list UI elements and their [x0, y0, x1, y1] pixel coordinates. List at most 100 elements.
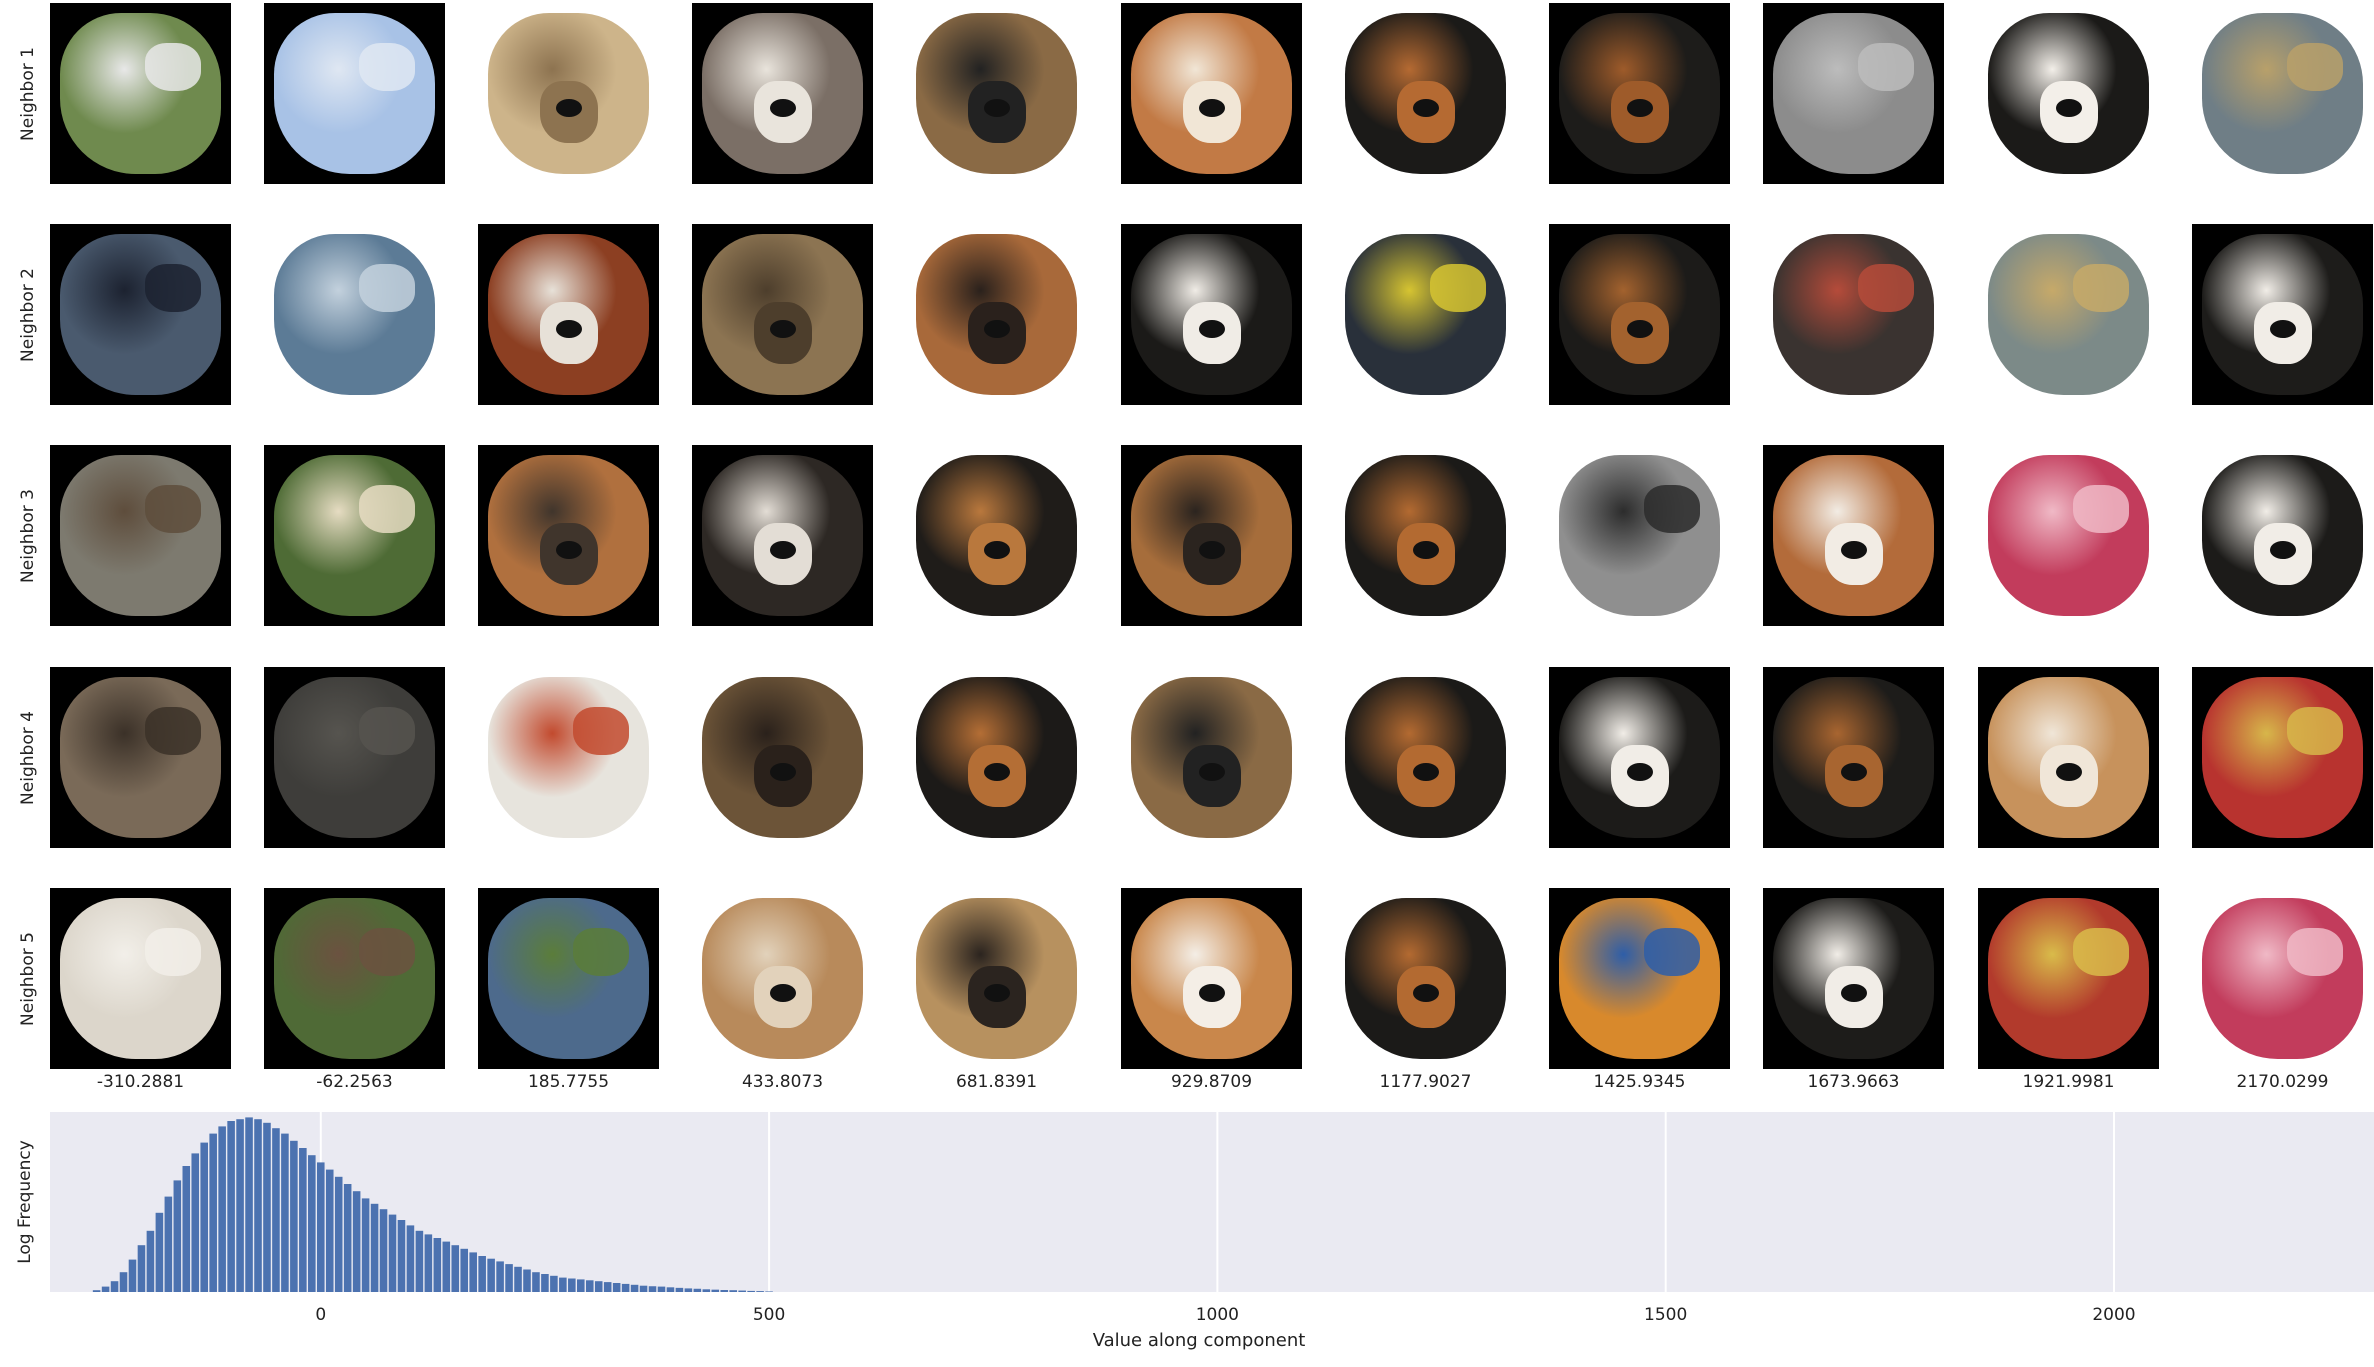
- histogram-bar: [693, 1288, 702, 1292]
- image-subject: [274, 898, 435, 1059]
- column-value-label: 2170.0299: [2236, 1072, 2329, 1092]
- image-detail: [359, 707, 415, 755]
- image-subject: [1773, 13, 1934, 174]
- image-detail: [2287, 43, 2343, 91]
- image-detail: [1199, 541, 1225, 559]
- image-subject: [2202, 898, 2363, 1059]
- histogram-bar: [657, 1286, 666, 1292]
- image-detail: [2073, 485, 2129, 533]
- neighbor-image-r4-c1: [50, 667, 231, 848]
- neighbor-image-r5-c11: [2192, 888, 2373, 1069]
- neighbor-image-r5-c4: [692, 888, 873, 1069]
- histogram-bar: [361, 1198, 370, 1292]
- neighbor-image-r2-c5: [906, 224, 1087, 405]
- histogram-bar: [191, 1153, 200, 1292]
- neighbor-image-r5-c7: [1335, 888, 1516, 1069]
- neighbor-image-r5-c6: [1121, 888, 1302, 1069]
- image-subject: [1988, 234, 2149, 395]
- histogram-bar: [110, 1281, 119, 1292]
- image-detail: [1841, 763, 1867, 781]
- image-detail: [1413, 541, 1439, 559]
- histogram-bar: [227, 1121, 235, 1292]
- histogram-bar: [119, 1272, 128, 1292]
- neighbor-image-r2-c2: [264, 224, 445, 405]
- neighbor-image-r1-c5: [906, 3, 1087, 184]
- image-detail: [2073, 928, 2129, 976]
- histogram-bar: [621, 1283, 630, 1292]
- histogram-bar: [200, 1142, 208, 1292]
- image-detail: [770, 99, 796, 117]
- image-detail: [770, 763, 796, 781]
- histogram-bar: [648, 1286, 657, 1292]
- image-detail: [2287, 707, 2343, 755]
- image-detail: [1644, 928, 1700, 976]
- neighbor-image-r1-c8: [1549, 3, 1730, 184]
- neighbor-image-r3-c10: [1978, 445, 2159, 626]
- histogram-bar: [281, 1133, 289, 1292]
- histogram-bar: [487, 1258, 495, 1292]
- image-subject: [488, 898, 649, 1059]
- histogram-bar: [254, 1119, 262, 1292]
- histogram-bar: [325, 1169, 334, 1292]
- neighbor-image-r5-c3: [478, 888, 659, 1069]
- image-detail: [1430, 264, 1486, 312]
- image-subject: [274, 13, 435, 174]
- image-detail: [984, 763, 1010, 781]
- image-detail: [1841, 984, 1867, 1002]
- column-value-label: -310.2881: [96, 1072, 185, 1092]
- image-detail: [1199, 99, 1225, 117]
- histogram-bar: [451, 1245, 460, 1292]
- column-value-label: 1921.9981: [2022, 1072, 2115, 1092]
- histogram-bar: [299, 1148, 307, 1292]
- histogram-bar: [756, 1291, 764, 1292]
- image-subject: [488, 677, 649, 838]
- image-subject: [60, 455, 221, 616]
- image-detail: [145, 707, 201, 755]
- neighbor-image-r2-c10: [1978, 224, 2159, 405]
- row-label-neighbor-5: Neighbor 5: [18, 931, 38, 1026]
- image-detail: [2056, 763, 2082, 781]
- histogram-bar: [155, 1212, 164, 1292]
- histogram-bar: [684, 1288, 693, 1292]
- neighbor-image-r5-c2: [264, 888, 445, 1069]
- image-subject: [1988, 455, 2149, 616]
- histogram-bar: [505, 1264, 513, 1292]
- histogram-bar: [245, 1117, 253, 1292]
- neighbor-image-r4-c2: [264, 667, 445, 848]
- histogram-bar: [352, 1191, 361, 1292]
- histogram-bar: [370, 1203, 379, 1292]
- image-subject: [274, 677, 435, 838]
- image-detail: [770, 984, 796, 1002]
- neighbor-image-r5-c10: [1978, 888, 2159, 1069]
- image-detail: [573, 928, 629, 976]
- histogram-bar: [182, 1166, 191, 1292]
- neighbor-image-r1-c4: [692, 3, 873, 184]
- column-value-label: 681.8391: [955, 1072, 1038, 1092]
- x-tick-label: 500: [753, 1305, 785, 1325]
- image-detail: [2287, 928, 2343, 976]
- histogram-bar: [415, 1230, 424, 1292]
- image-subject: [1345, 234, 1506, 395]
- image-detail: [1841, 541, 1867, 559]
- image-detail: [770, 320, 796, 338]
- histogram-bar: [290, 1140, 298, 1292]
- row-label-neighbor-4: Neighbor 4: [18, 710, 38, 805]
- row-label-neighbor-1: Neighbor 1: [18, 46, 38, 141]
- histogram-bar: [765, 1291, 773, 1292]
- image-detail: [556, 99, 582, 117]
- histogram-bar: [209, 1133, 217, 1292]
- histogram-bar: [397, 1220, 406, 1292]
- neighbor-image-r3-c1: [50, 445, 231, 626]
- image-detail: [1199, 984, 1225, 1002]
- neighbor-image-r3-c11: [2192, 445, 2373, 626]
- x-tick-label: 1000: [1196, 1305, 1239, 1325]
- image-subject: [1773, 234, 1934, 395]
- histogram-bar: [424, 1234, 433, 1292]
- neighbor-image-r1-c11: [2192, 3, 2373, 184]
- image-detail: [984, 99, 1010, 117]
- column-value-label: 433.8073: [741, 1072, 824, 1092]
- histogram-bar: [568, 1278, 576, 1292]
- image-detail: [145, 264, 201, 312]
- image-detail: [2056, 99, 2082, 117]
- image-subject: [60, 898, 221, 1059]
